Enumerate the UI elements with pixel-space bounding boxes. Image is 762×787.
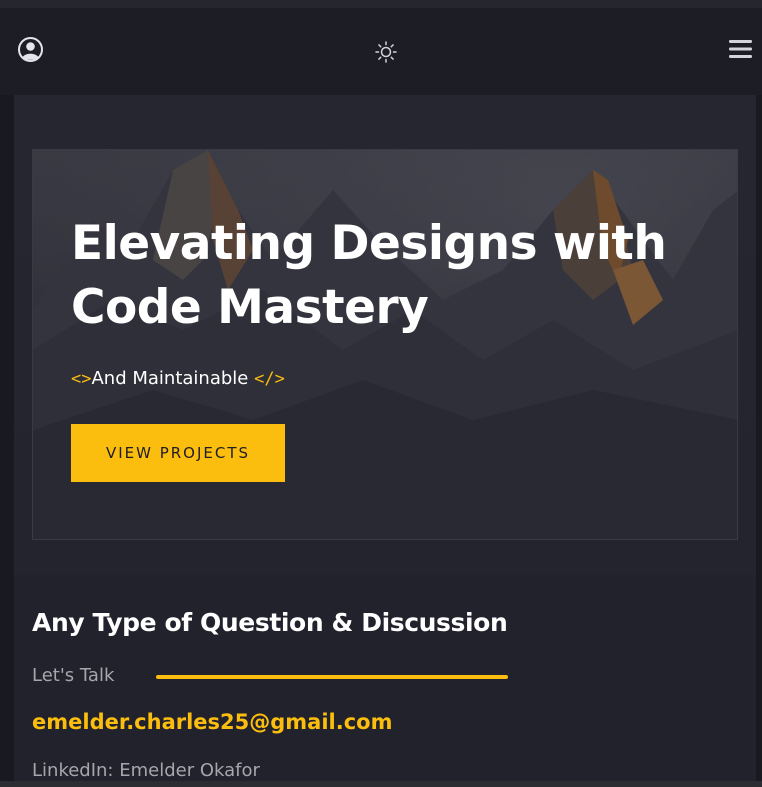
top-strip [0, 0, 762, 8]
left-scroll-gutter [0, 95, 14, 787]
lets-talk-label: Let's Talk [32, 665, 115, 686]
bottom-strip [0, 781, 762, 787]
hero-banner: Elevating Designs with Code Mastery <>An… [32, 149, 738, 540]
hero-subtitle-text: And Maintainable [91, 368, 249, 389]
hero-title: Elevating Designs with Code Mastery [71, 216, 667, 335]
accent-divider [156, 675, 508, 679]
close-code-icon: </> [254, 369, 285, 389]
hero-subtitle: <>And Maintainable </> [71, 368, 285, 389]
linkedin-link[interactable]: LinkedIn: Emelder Okafor [32, 760, 260, 781]
right-scroll-gutter [756, 95, 762, 787]
email-link[interactable]: emelder.charles25@gmail.com [32, 710, 393, 734]
sun-icon[interactable] [374, 40, 398, 64]
view-projects-button[interactable]: VIEW PROJECTS [71, 424, 285, 482]
hamburger-menu-icon[interactable] [728, 38, 753, 60]
open-code-icon: <> [71, 369, 92, 389]
app-header [0, 8, 762, 95]
user-circle-icon[interactable] [17, 36, 44, 63]
contact-title: Any Type of Question & Discussion [32, 608, 508, 637]
